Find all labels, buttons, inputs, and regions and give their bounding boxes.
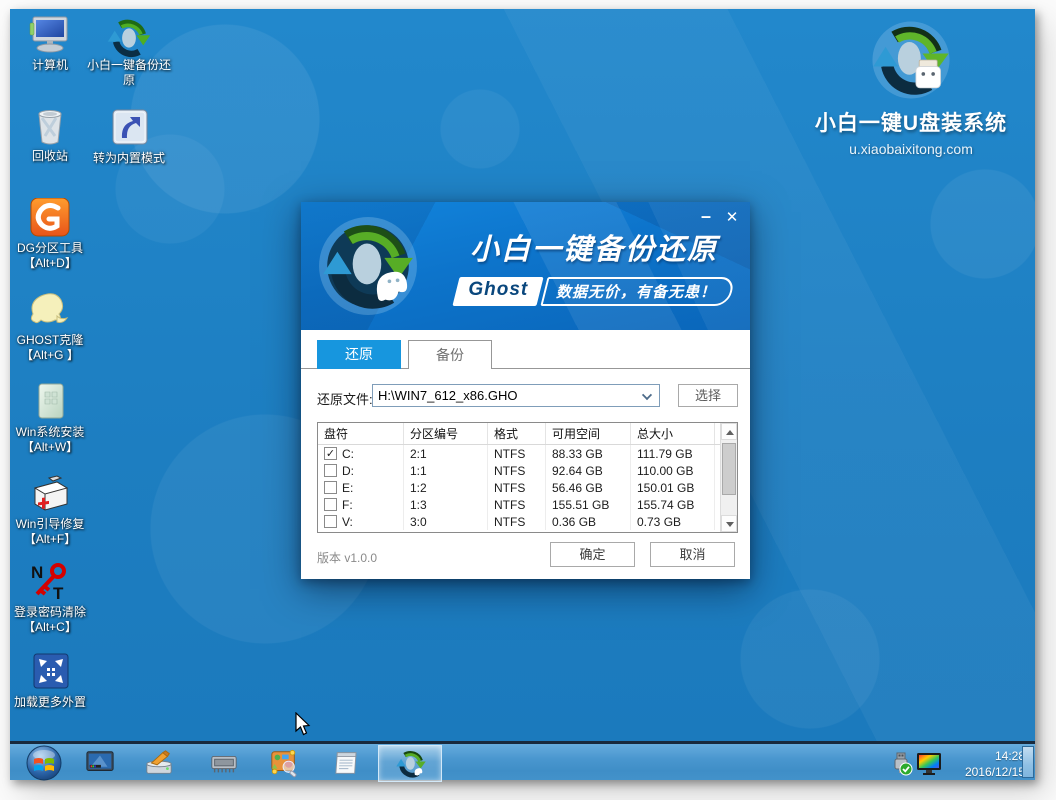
nt-password-key-icon: NT bbox=[27, 562, 73, 602]
mouse-cursor bbox=[295, 712, 311, 736]
brand-url: u.xiaobaixitong.com bbox=[796, 141, 1026, 157]
desktop-icon-label: 回收站 bbox=[6, 149, 94, 164]
restore-file-value: H:\WIN7_612_x86.GHO bbox=[378, 388, 517, 403]
ok-button[interactable]: 确定 bbox=[550, 542, 635, 567]
header-partition: 分区编号 bbox=[404, 423, 488, 444]
desktop-icon-ghost-clone[interactable]: GHOST克隆【Alt+G 】 bbox=[6, 290, 94, 363]
table-row[interactable]: F: 1:3 NTFS 155.51 GB 155.74 GB bbox=[318, 496, 737, 513]
header-drive: 盘符 bbox=[318, 423, 404, 444]
header-total-size: 总大小 bbox=[631, 423, 715, 444]
screen: 计算机 小白一键备份还原 回收站 转为内置模式 DG分区工具【Alt+D】 bbox=[10, 9, 1035, 780]
table-row[interactable]: ✓C: 2:1 NTFS 88.33 GB 111.79 GB bbox=[318, 445, 737, 462]
version-label: 版本 v1.0.0 bbox=[317, 549, 377, 566]
ghost-badge: Ghost bbox=[452, 277, 543, 306]
chevron-down-icon bbox=[642, 390, 652, 400]
internal-mode-arrow-icon bbox=[106, 108, 152, 148]
dialog-titlebar[interactable]: – ✕ 小白一键备份还原 Ghost 数据无价，有备无患！ bbox=[301, 202, 750, 330]
minimize-button[interactable]: – bbox=[696, 208, 716, 228]
desktop-icon-label: 转为内置模式 bbox=[85, 151, 173, 166]
taskbar-app-display[interactable] bbox=[84, 748, 116, 778]
desktop-icon-label: Win引导修复【Alt+F】 bbox=[6, 517, 94, 547]
tray-clock[interactable]: 14:28 2016/12/15 bbox=[955, 748, 1025, 780]
checkbox[interactable] bbox=[324, 515, 337, 528]
slogan-badge: 数据无价，有备无患！ bbox=[541, 277, 736, 306]
desktop-icon-label: GHOST克隆【Alt+G 】 bbox=[6, 333, 94, 363]
diskgenius-icon bbox=[27, 198, 73, 238]
arrow-up-icon bbox=[726, 430, 734, 435]
close-button[interactable]: ✕ bbox=[722, 208, 742, 228]
ghost-backup-logo-icon bbox=[317, 215, 419, 317]
boot-repair-kit-icon bbox=[27, 474, 73, 514]
desktop[interactable]: 计算机 小白一键备份还原 回收站 转为内置模式 DG分区工具【Alt+D】 bbox=[10, 9, 1035, 741]
desktop-icon-label: Win系统安装【Alt+W】 bbox=[6, 425, 94, 455]
desktop-icon-xiaobai-backup[interactable]: 小白一键备份还原 bbox=[85, 15, 173, 88]
brand-logo-block: 小白一键U盘装系统 u.xiaobaixitong.com bbox=[796, 19, 1026, 157]
header-format: 格式 bbox=[488, 423, 546, 444]
partition-table: 盘符 分区编号 格式 可用空间 总大小 ✓C: 2:1 NTFS 88.33 G… bbox=[317, 422, 738, 533]
clock-time: 14:28 bbox=[955, 748, 1025, 764]
desktop-icon-recycle-bin[interactable]: 回收站 bbox=[6, 106, 94, 164]
desktop-icon-label: 加载更多外置 bbox=[6, 695, 94, 710]
backup-restore-dialog: – ✕ 小白一键备份还原 Ghost 数据无价，有备无患！ 还原 备份 还原文件 bbox=[301, 202, 750, 579]
desktop-icon-computer[interactable]: 计算机 bbox=[6, 15, 94, 73]
ghost-icon bbox=[27, 290, 73, 330]
backup-restore-icon bbox=[106, 15, 152, 55]
header-free-space: 可用空间 bbox=[546, 423, 631, 444]
restore-file-combobox[interactable]: H:\WIN7_612_x86.GHO bbox=[372, 384, 660, 407]
desktop-icon-label: 小白一键备份还原 bbox=[85, 58, 173, 88]
dialog-body: 还原 备份 还原文件: H:\WIN7_612_x86.GHO 选择 盘符 分区… bbox=[301, 330, 750, 579]
desktop-icon-internal-mode[interactable]: 转为内置模式 bbox=[85, 108, 173, 166]
desktop-icon-diskgenius[interactable]: DG分区工具【Alt+D】 bbox=[6, 198, 94, 271]
table-row[interactable]: V: 3:0 NTFS 0.36 GB 0.73 GB bbox=[318, 513, 737, 530]
computer-icon bbox=[27, 15, 73, 55]
brand-title: 小白一键U盘装系统 bbox=[796, 107, 1026, 137]
tab-restore[interactable]: 还原 bbox=[317, 340, 401, 369]
taskbar-app-memory[interactable] bbox=[208, 748, 240, 778]
desktop-icon-label: DG分区工具【Alt+D】 bbox=[6, 241, 94, 271]
select-file-button[interactable]: 选择 bbox=[678, 384, 738, 407]
dialog-title: 小白一键备份还原 bbox=[449, 226, 739, 268]
tab-backup[interactable]: 备份 bbox=[408, 340, 492, 369]
svg-text:T: T bbox=[53, 584, 64, 602]
desktop-icon-label: 登录密码清除【Alt+C】 bbox=[6, 605, 94, 635]
taskbar-app-tweaker[interactable] bbox=[268, 748, 300, 778]
restore-file-label: 还原文件: bbox=[317, 389, 373, 408]
desktop-icon-label: 计算机 bbox=[6, 58, 94, 73]
scroll-down-button[interactable] bbox=[721, 515, 737, 532]
load-more-icon bbox=[27, 652, 73, 692]
checkbox[interactable]: ✓ bbox=[324, 447, 337, 460]
taskbar: 14:28 2016/12/15 bbox=[10, 741, 1035, 780]
usb-system-logo-icon bbox=[870, 19, 952, 105]
scrollbar-thumb[interactable] bbox=[722, 443, 736, 495]
start-button[interactable] bbox=[26, 745, 62, 781]
checkbox[interactable] bbox=[324, 481, 337, 494]
desktop-icon-win-setup[interactable]: Win系统安装【Alt+W】 bbox=[6, 382, 94, 455]
table-header-row: 盘符 分区编号 格式 可用空间 总大小 bbox=[318, 423, 737, 445]
taskbar-app-notepad[interactable] bbox=[331, 748, 363, 778]
scroll-up-button[interactable] bbox=[721, 423, 737, 440]
table-row[interactable]: E: 1:2 NTFS 56.46 GB 150.01 GB bbox=[318, 479, 737, 496]
svg-text:N: N bbox=[31, 563, 43, 582]
table-row[interactable]: D: 1:1 NTFS 92.64 GB 110.00 GB bbox=[318, 462, 737, 479]
tray-usb-icon[interactable] bbox=[888, 751, 914, 777]
taskbar-app-disk-tool[interactable] bbox=[143, 748, 175, 778]
win-setup-icon bbox=[27, 382, 73, 422]
checkbox[interactable] bbox=[324, 498, 337, 511]
table-scrollbar[interactable] bbox=[720, 423, 737, 532]
arrow-down-icon bbox=[726, 522, 734, 527]
taskbar-app-backup-restore-active[interactable] bbox=[378, 745, 442, 782]
desktop-icon-boot-repair[interactable]: Win引导修复【Alt+F】 bbox=[6, 474, 94, 547]
cancel-button[interactable]: 取消 bbox=[650, 542, 735, 567]
desktop-icon-password-clear[interactable]: NT 登录密码清除【Alt+C】 bbox=[6, 562, 94, 635]
checkbox[interactable] bbox=[324, 464, 337, 477]
tray-display-color-icon[interactable] bbox=[915, 751, 943, 777]
clock-date: 2016/12/15 bbox=[955, 764, 1025, 780]
show-desktop-button[interactable] bbox=[1022, 746, 1034, 778]
desktop-icon-load-more[interactable]: 加载更多外置 bbox=[6, 652, 94, 710]
recycle-bin-icon bbox=[27, 106, 73, 146]
